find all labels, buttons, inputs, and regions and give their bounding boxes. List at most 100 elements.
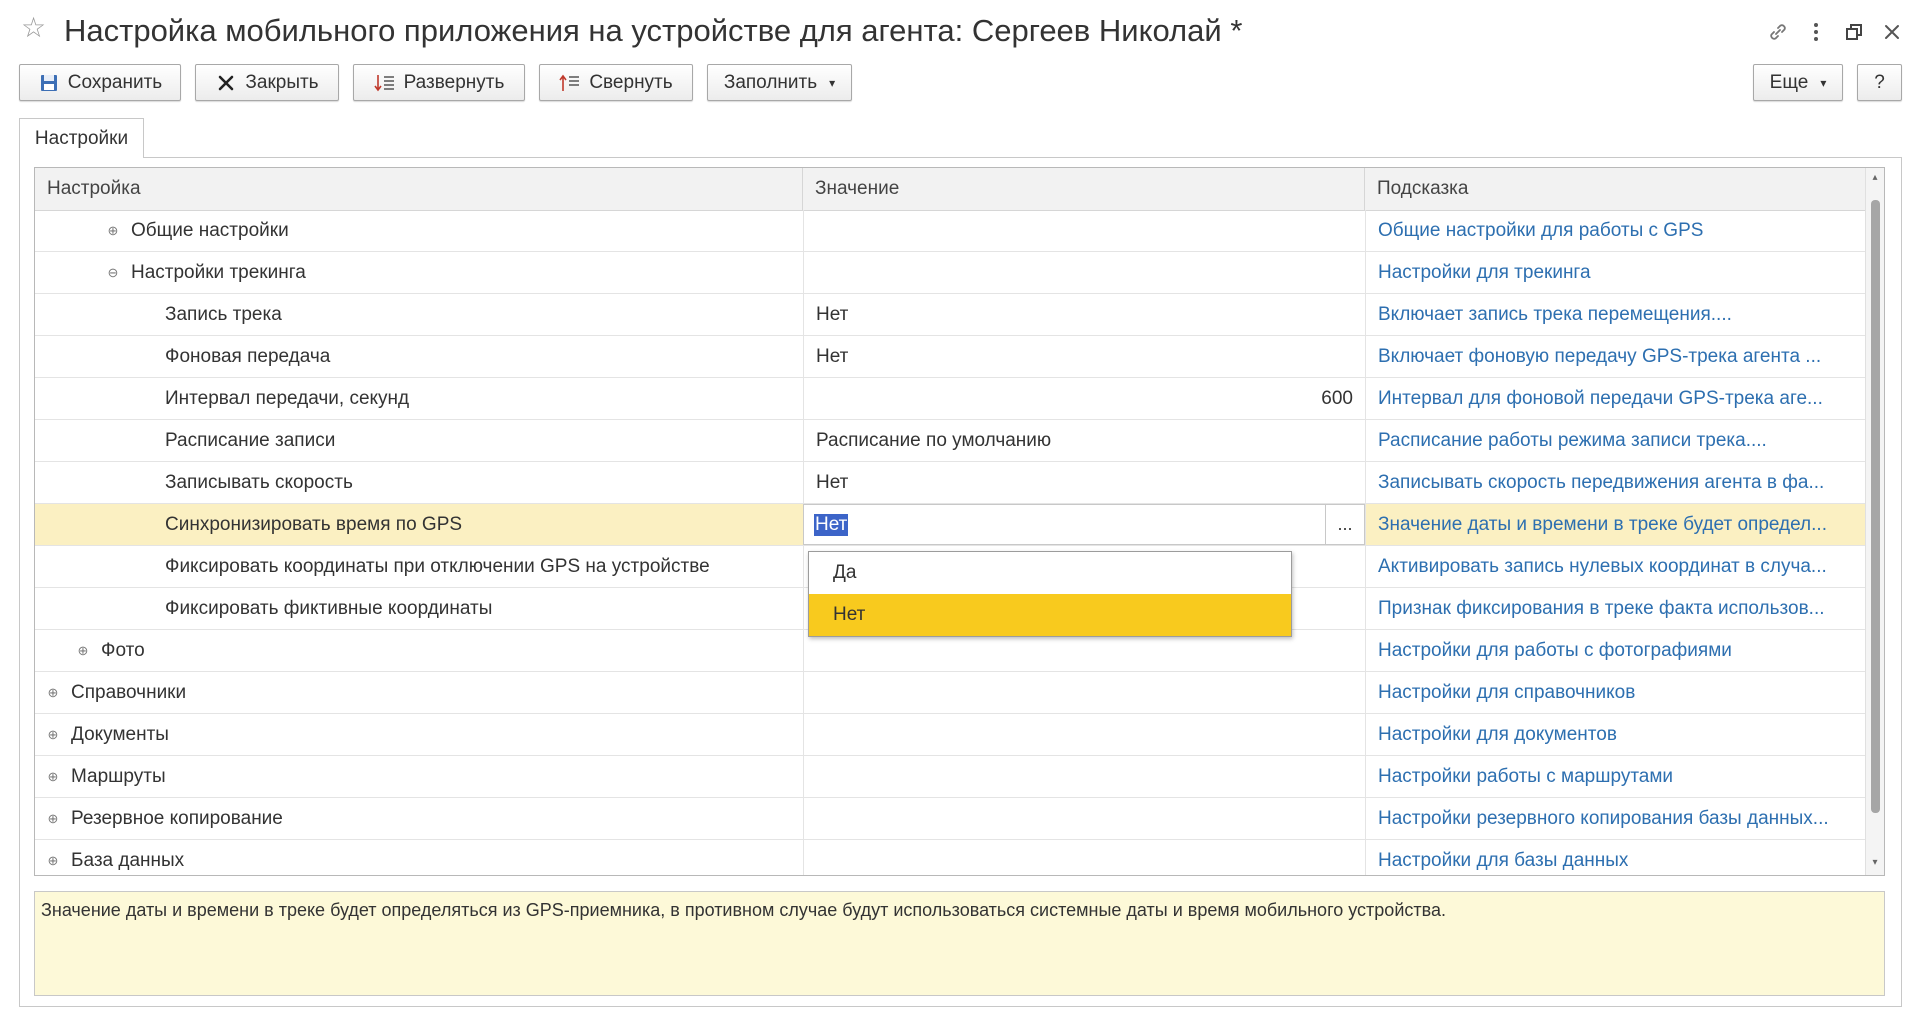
setting-value-cell[interactable]: 600 xyxy=(803,378,1365,419)
expand-node-icon[interactable]: ⊕ xyxy=(45,811,61,827)
setting-value-cell[interactable]: Расписание по умолчанию xyxy=(803,420,1365,461)
restore-window-icon[interactable] xyxy=(1836,14,1872,50)
setting-hint-link[interactable]: Настройки для документов xyxy=(1378,724,1617,746)
setting-name-cell: ⊕ Маршруты xyxy=(35,756,803,797)
setting-hint-link[interactable]: Признак фиксирования в треке факта испол… xyxy=(1378,598,1825,620)
help-button[interactable]: ? xyxy=(1857,64,1902,101)
table-row[interactable]: ⊕ Резервное копирование Настройки резервно… xyxy=(35,798,1866,840)
setting-value-cell[interactable] xyxy=(803,714,1365,755)
setting-hint-cell: Интервал для фоновой передачи GPS-трека … xyxy=(1365,378,1866,419)
setting-name: Фото xyxy=(101,639,145,661)
save-button[interactable]: Сохранить xyxy=(19,64,181,101)
collapse-node-icon[interactable]: ⊖ xyxy=(105,265,121,281)
setting-value-cell[interactable] xyxy=(803,672,1365,713)
more-dropdown-button[interactable]: Еще ▾ xyxy=(1753,64,1843,101)
close-button[interactable]: Закрыть xyxy=(195,64,339,101)
value-editor-field[interactable]: Нет... xyxy=(803,504,1365,545)
setting-hint-link[interactable]: Расписание работы режима записи трека...… xyxy=(1378,430,1767,452)
expand-node-icon[interactable]: ⊕ xyxy=(105,223,121,239)
table-row[interactable]: Синхронизировать время по GPS Нет... Значе… xyxy=(35,504,1866,546)
vertical-scrollbar[interactable]: ▴ ▾ xyxy=(1865,168,1884,875)
setting-name-cell: ⊕ Справочники xyxy=(35,672,803,713)
setting-hint-link[interactable]: Настройки для базы данных xyxy=(1378,850,1628,872)
setting-hint-link[interactable]: Общие настройки для работы с GPS xyxy=(1378,220,1703,242)
setting-hint-link[interactable]: Активировать запись нулевых координат в … xyxy=(1378,556,1827,578)
window-title: Настройка мобильного приложения на устро… xyxy=(64,13,1243,48)
choice-ellipsis-button[interactable]: ... xyxy=(1325,505,1364,544)
setting-name: Настройки трекинга xyxy=(131,261,306,283)
expand-node-icon[interactable]: ⊕ xyxy=(45,685,61,701)
setting-name-cell: ⊕ База данных xyxy=(35,840,803,875)
more-vertical-icon[interactable] xyxy=(1798,14,1834,50)
setting-hint-cell: Расписание работы режима записи трека...… xyxy=(1365,420,1866,461)
setting-hint-link[interactable]: Интервал для фоновой передачи GPS-трека … xyxy=(1378,388,1823,410)
table-row[interactable]: ⊕ Документы Настройки для документов xyxy=(35,714,1866,756)
setting-name-cell: Фоновая передача xyxy=(35,336,803,377)
link-icon[interactable] xyxy=(1760,14,1796,50)
setting-name-cell: ⊕ Документы xyxy=(35,714,803,755)
expand-node-icon[interactable]: ⊕ xyxy=(45,769,61,785)
fill-dropdown-button[interactable]: Заполнить ▾ xyxy=(707,64,852,101)
collapse-button[interactable]: Свернуть xyxy=(539,64,693,101)
table-row[interactable]: Запись трека Нет Включает запись трека пер… xyxy=(35,294,1866,336)
setting-hint-cell: Значение даты и времени в треке будет оп… xyxy=(1365,504,1866,545)
setting-value-cell[interactable] xyxy=(803,840,1365,875)
table-row[interactable]: ⊕ Справочники Настройки для справочников xyxy=(35,672,1866,714)
setting-name: Интервал передачи, секунд xyxy=(165,387,410,409)
expand-node-icon[interactable]: ⊕ xyxy=(75,643,91,659)
setting-name: Общие настройки xyxy=(131,219,289,241)
setting-value-cell[interactable] xyxy=(803,210,1365,251)
setting-name: Фиксировать фиктивные координаты xyxy=(165,597,493,619)
command-bar: Сохранить Закрыть Развернуть Свернуть За… xyxy=(0,64,1920,104)
chevron-down-icon: ▾ xyxy=(1820,75,1827,90)
setting-hint-link[interactable]: Включает запись трека перемещения.... xyxy=(1378,304,1732,326)
table-row[interactable]: ⊕ Общие настройки Общие настройки для рабо… xyxy=(35,210,1866,252)
setting-value-cell[interactable] xyxy=(803,252,1365,293)
setting-hint-link[interactable]: Настройки резервного копирования базы да… xyxy=(1378,808,1829,830)
expand-node-icon[interactable]: ⊕ xyxy=(45,853,61,869)
setting-value-cell[interactable]: Нет xyxy=(803,294,1365,335)
setting-hint-link[interactable]: Настройки работы с маршрутами xyxy=(1378,766,1673,788)
setting-hint-link[interactable]: Записывать скорость передвижения агента … xyxy=(1378,472,1824,494)
chevron-down-icon: ▾ xyxy=(829,75,836,90)
setting-hint-link[interactable]: Настройки для работы с фотографиями xyxy=(1378,640,1732,662)
dropdown-option-yes[interactable]: Да xyxy=(809,552,1291,594)
table-row[interactable]: Записывать скорость Нет Записывать скорост… xyxy=(35,462,1866,504)
setting-hint-cell: Настройки для трекинга xyxy=(1365,252,1866,293)
setting-name-cell: ⊕ Общие настройки xyxy=(35,210,803,251)
tab-settings[interactable]: Настройки xyxy=(19,118,144,158)
table-row[interactable]: ⊕ Маршруты Настройки работы с маршрутами xyxy=(35,756,1866,798)
setting-hint-link[interactable]: Настройки для трекинга xyxy=(1378,262,1591,284)
close-window-icon[interactable] xyxy=(1874,14,1910,50)
setting-name-cell: ⊖ Настройки трекинга xyxy=(35,252,803,293)
favorite-star-icon[interactable]: ☆ xyxy=(21,14,46,42)
setting-hint-link[interactable]: Включает фоновую передачу GPS-трека аген… xyxy=(1378,346,1821,368)
dropdown-option-no[interactable]: Нет xyxy=(809,594,1291,636)
expand-node-icon[interactable]: ⊕ xyxy=(45,727,61,743)
table-row[interactable]: Фоновая передача Нет Включает фоновую пере… xyxy=(35,336,1866,378)
column-header-setting[interactable]: Настройка xyxy=(35,168,803,210)
table-row[interactable]: Интервал передачи, секунд 600 Интервал для… xyxy=(35,378,1866,420)
setting-hint-cell: Настройки резервного копирования базы да… xyxy=(1365,798,1866,839)
setting-value-cell[interactable] xyxy=(803,756,1365,797)
setting-value-cell[interactable]: Нет xyxy=(803,462,1365,503)
expand-tree-icon xyxy=(374,72,396,94)
setting-name: Записывать скорость xyxy=(165,471,353,493)
column-header-hint[interactable]: Подсказка xyxy=(1365,168,1866,210)
setting-hint-cell: Настройки для документов xyxy=(1365,714,1866,755)
setting-value-cell[interactable] xyxy=(803,798,1365,839)
scroll-down-arrow-icon[interactable]: ▾ xyxy=(1866,857,1884,871)
setting-value-cell[interactable]: Нет xyxy=(803,336,1365,377)
table-row[interactable]: ⊖ Настройки трекинга Настройки для трекинг… xyxy=(35,252,1866,294)
scrollbar-thumb[interactable] xyxy=(1871,200,1880,813)
editor-selected-text[interactable]: Нет xyxy=(814,514,849,536)
setting-hint-link[interactable]: Значение даты и времени в треке будет оп… xyxy=(1378,514,1827,536)
expand-button[interactable]: Развернуть xyxy=(353,64,525,101)
setting-name: Фиксировать координаты при отключении GP… xyxy=(165,555,710,577)
scroll-up-arrow-icon[interactable]: ▴ xyxy=(1866,172,1884,186)
setting-hint-link[interactable]: Настройки для справочников xyxy=(1378,682,1635,704)
column-header-value[interactable]: Значение xyxy=(803,168,1365,210)
setting-name-cell: Фиксировать фиктивные координаты xyxy=(35,588,803,629)
table-row[interactable]: Расписание записи Расписание по умолчанию… xyxy=(35,420,1866,462)
table-row[interactable]: ⊕ База данных Настройки для базы данных xyxy=(35,840,1866,875)
